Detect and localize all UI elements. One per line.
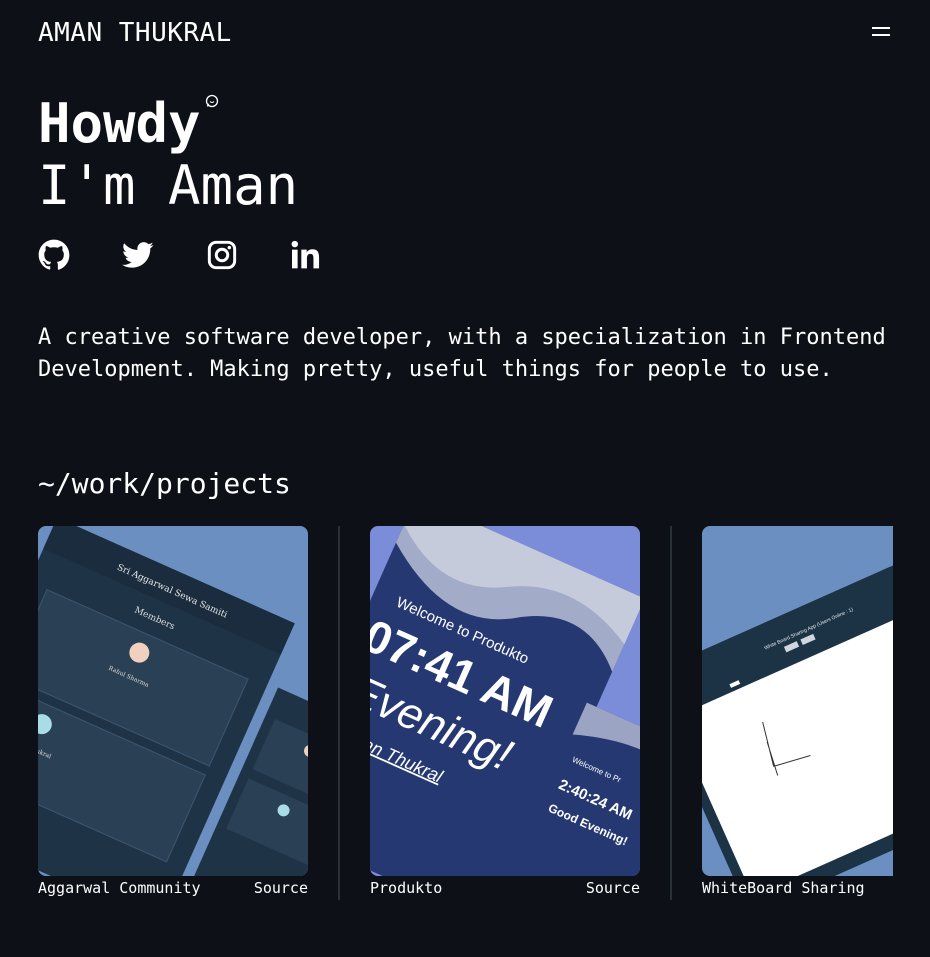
greeting-heading: Howdy: [38, 92, 218, 156]
chat-bubble-icon: [205, 94, 218, 108]
project-name: Aggarwal Community: [38, 879, 201, 897]
brand-name[interactable]: AMAN THUKRAL: [38, 17, 232, 49]
project-card-aggarwal: Sri Aggarwal Sewa Samiti Members Rahul S…: [38, 526, 308, 900]
source-link[interactable]: Source: [254, 878, 308, 898]
github-icon[interactable]: [38, 239, 70, 271]
header: AMAN THUKRAL: [38, 17, 892, 49]
project-card-produkto: Welcome to Produkto 07:41 AM Evening! Am…: [370, 526, 640, 900]
project-thumbnail[interactable]: Welcome to Produkto 07:41 AM Evening! Am…: [370, 526, 640, 876]
card-divider: [670, 526, 672, 900]
project-thumbnail[interactable]: Sri Aggarwal Sewa Samiti Members Rahul S…: [38, 526, 308, 876]
projects-section-title: ~/work/projects: [38, 467, 291, 500]
hamburger-menu-icon[interactable]: [872, 25, 890, 39]
greeting-text: Howdy: [38, 92, 201, 155]
source-link[interactable]: Source: [586, 878, 640, 898]
hero: Howdy I'm Aman: [38, 92, 298, 216]
linkedin-icon[interactable]: [290, 239, 322, 271]
bio-line-1: A creative software developer, with a sp…: [38, 325, 886, 350]
project-name: Produkto: [370, 879, 443, 897]
projects-carousel[interactable]: Sri Aggarwal Sewa Samiti Members Rahul S…: [38, 526, 893, 906]
intro-heading: I'm Aman: [38, 154, 299, 217]
project-name: WhiteBoard Sharing: [702, 879, 865, 897]
project-thumbnail[interactable]: White Board Sharing App (Users Online : …: [702, 526, 893, 876]
project-card-whiteboard: White Board Sharing App (Users Online : …: [702, 526, 893, 900]
bio-text: A creative software developer, with a sp…: [38, 322, 898, 386]
bio-line-2: Development. Making pretty, useful thing…: [38, 357, 833, 382]
card-divider: [338, 526, 340, 900]
instagram-icon[interactable]: [206, 239, 238, 271]
twitter-icon[interactable]: [122, 239, 154, 271]
